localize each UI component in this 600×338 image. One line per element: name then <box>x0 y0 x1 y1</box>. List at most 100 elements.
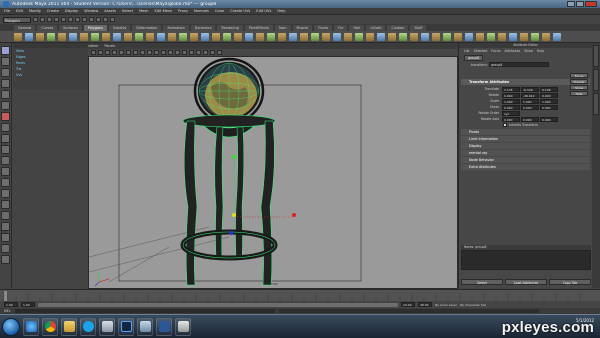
attr-field-x[interactable]: 1.135 <box>502 86 520 92</box>
attr-field-x[interactable]: 0.000 <box>502 116 520 122</box>
tab-custom[interactable]: Custom <box>387 24 409 31</box>
shelf-tool-icon[interactable] <box>69 32 77 41</box>
attr-field-z[interactable]: 1.000 <box>540 98 558 104</box>
tab-group8[interactable]: group8 <box>464 54 484 61</box>
tab-general[interactable]: General <box>14 24 36 31</box>
menu-mesh[interactable]: Mesh <box>139 9 148 13</box>
shelf-tool-icon[interactable] <box>344 32 352 41</box>
focus-button[interactable]: Focus <box>570 73 588 78</box>
shelf-tool-icon[interactable] <box>278 32 286 41</box>
last-tool-icon[interactable] <box>1 123 10 132</box>
scale-tool-icon[interactable] <box>1 101 10 110</box>
isolate-icon[interactable] <box>210 50 215 55</box>
shelf-tool-icon[interactable] <box>212 32 220 41</box>
shelf-tool-icon[interactable] <box>520 32 528 41</box>
tab-deformation[interactable]: Deformation <box>132 24 162 31</box>
tab-fur[interactable]: Fur <box>334 24 348 31</box>
shelf-tool-icon[interactable] <box>410 32 418 41</box>
inherits-transform-checkbox[interactable] <box>503 123 507 127</box>
tab-fluids[interactable]: Fluids <box>314 24 333 31</box>
attr-menu-selected[interactable]: Selected <box>474 49 488 53</box>
tool-settings-side-tab[interactable] <box>593 93 599 115</box>
menu-help[interactable]: Help <box>277 9 285 13</box>
shelf-tool-icon[interactable] <box>80 32 88 41</box>
attr-field-y[interactable]: 0.000 <box>521 116 539 122</box>
shelf-tool-icon[interactable] <box>179 32 187 41</box>
layout-single-icon[interactable] <box>1 134 10 143</box>
tab-polygons[interactable]: Polygons <box>83 24 107 31</box>
shelf-tool-icon[interactable] <box>388 32 396 41</box>
menu-normals[interactable]: Normals <box>194 9 209 13</box>
manipulator-tool-icon[interactable] <box>1 112 10 121</box>
paint-select-tool-icon[interactable] <box>1 68 10 77</box>
rotate-tool-icon[interactable] <box>1 90 10 99</box>
layout-custom-icon[interactable] <box>1 211 10 220</box>
move-tool-icon[interactable] <box>1 79 10 88</box>
attr-field-z[interactable]: 0.000 <box>540 92 558 98</box>
camera-icon[interactable] <box>91 50 96 55</box>
shelf-tool-icon[interactable] <box>333 32 341 41</box>
save-scene-icon[interactable] <box>47 17 52 22</box>
mel-label[interactable]: MEL <box>4 309 11 313</box>
shelf-tool-icon[interactable] <box>201 32 209 41</box>
globe-model[interactable] <box>182 57 276 138</box>
attr-field-z[interactable]: 0.000 <box>540 104 558 110</box>
ipr-render-icon[interactable] <box>103 17 108 22</box>
tab-subdivs[interactable]: Subdivs <box>108 24 131 31</box>
menu-select[interactable]: Select <box>122 9 133 13</box>
snap-point-icon[interactable] <box>89 17 94 22</box>
shelf-tool-icon[interactable] <box>443 32 451 41</box>
menu-set-dropdown[interactable]: Polygons <box>3 16 31 23</box>
lights-icon[interactable] <box>196 50 201 55</box>
layout-custom-icon[interactable] <box>1 222 10 231</box>
tab-stuff[interactable]: Stuff <box>410 24 427 31</box>
layout-outliner-icon[interactable] <box>1 156 10 165</box>
section-node-behavior[interactable]: Node Behavior <box>461 157 590 163</box>
attr-field-x[interactable]: 0.000 <box>502 104 520 110</box>
shelf-tool-icon[interactable] <box>509 32 517 41</box>
select-component-icon[interactable] <box>68 17 73 22</box>
range-end-field[interactable]: 48.00 <box>418 302 432 307</box>
shelf-tool-icon[interactable] <box>553 32 561 41</box>
shelf-tool-icon[interactable] <box>432 32 440 41</box>
shelf-tool-icon[interactable] <box>256 32 264 41</box>
shelf-tool-icon[interactable] <box>476 32 484 41</box>
xray-icon[interactable] <box>217 50 222 55</box>
attr-field-y[interactable]: 1.000 <box>521 98 539 104</box>
range-out-field[interactable]: 24.00 <box>401 302 415 307</box>
shelf-tool-icon[interactable] <box>366 32 374 41</box>
section-display[interactable]: Display <box>461 143 590 149</box>
menu-proxy[interactable]: Proxy <box>178 9 188 13</box>
minimize-button[interactable] <box>567 1 575 7</box>
layout-hypershade-icon[interactable] <box>1 178 10 187</box>
layout-custom-icon[interactable] <box>1 200 10 209</box>
shelf-tool-icon[interactable] <box>377 32 385 41</box>
viewport-menu-panels[interactable]: Panels <box>105 44 116 48</box>
shelf-tool-icon[interactable] <box>157 32 165 41</box>
shelf-tool-icon[interactable] <box>498 32 506 41</box>
presets-button[interactable]: Presets <box>570 79 588 84</box>
shelf-tool-icon[interactable] <box>25 32 33 41</box>
resolution-gate-icon[interactable] <box>133 50 138 55</box>
select-button[interactable]: Select <box>461 279 503 285</box>
shelf-tool-icon[interactable] <box>311 32 319 41</box>
attr-menu-show[interactable]: Show <box>524 49 533 53</box>
attr-field-z[interactable]: 0.000 <box>540 116 558 122</box>
taskbar-app-word[interactable] <box>156 317 172 336</box>
shelf-tool-icon[interactable] <box>234 32 242 41</box>
attr-field-y[interactable]: -6.109 <box>521 86 539 92</box>
shelf-tool-icon[interactable] <box>531 32 539 41</box>
show-button[interactable]: Show <box>570 85 588 90</box>
film-gate-icon[interactable] <box>126 50 131 55</box>
taskbar-app-skype[interactable] <box>80 317 96 336</box>
shelf-tool-icon[interactable] <box>355 32 363 41</box>
select-tool-icon[interactable] <box>1 46 10 55</box>
shelf-tool-icon[interactable] <box>399 32 407 41</box>
field-chart-icon[interactable] <box>147 50 152 55</box>
shelf-tool-icon[interactable] <box>322 32 330 41</box>
shelf-tool-icon[interactable] <box>542 32 550 41</box>
attr-menu-attributes[interactable]: Attributes <box>505 49 521 53</box>
safe-title-icon[interactable] <box>161 50 166 55</box>
close-button[interactable] <box>585 1 597 7</box>
shelf-tool-icon[interactable] <box>102 32 110 41</box>
